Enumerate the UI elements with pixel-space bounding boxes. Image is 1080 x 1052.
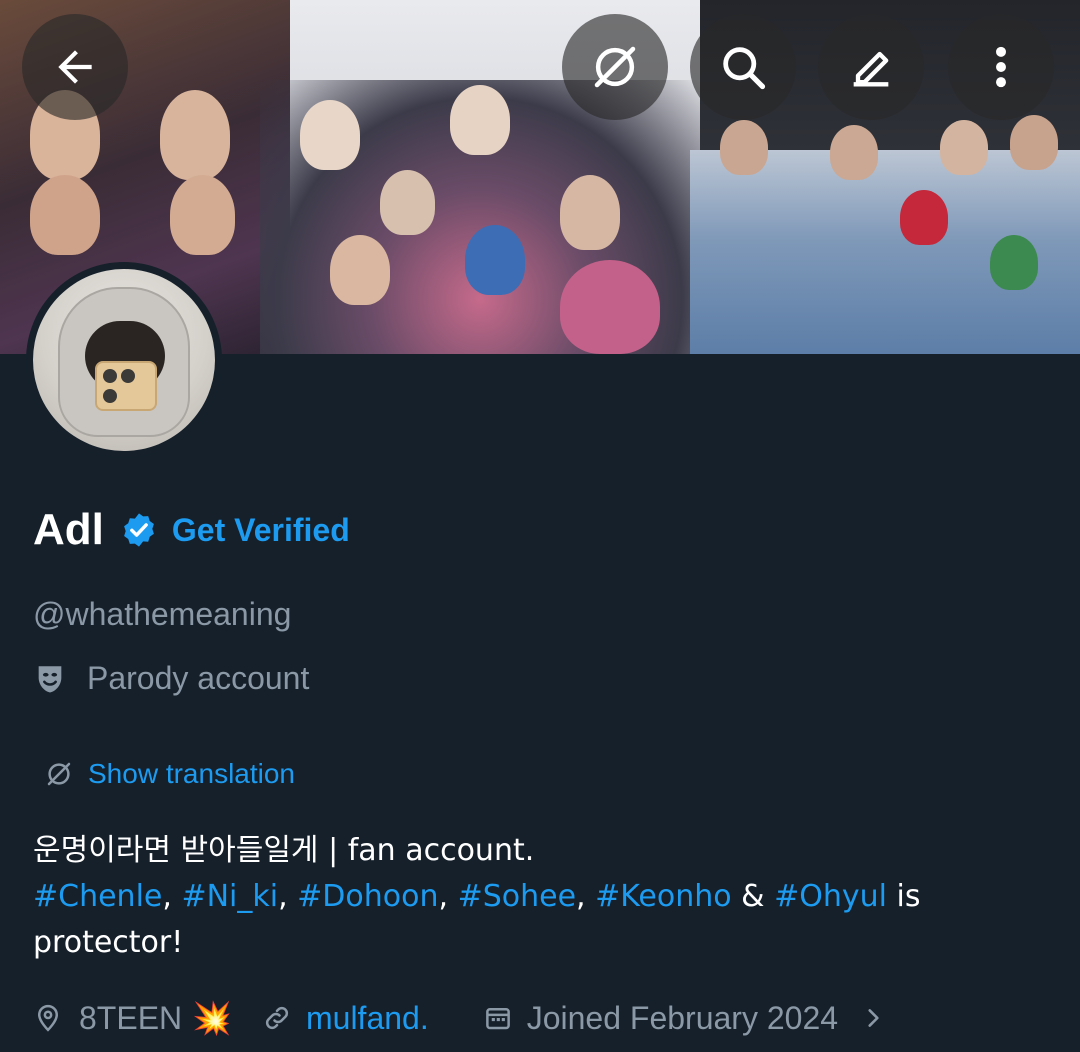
- arrow-left-icon: [58, 50, 92, 84]
- bio-separator: ,: [162, 879, 182, 914]
- bio-separator: ,: [438, 879, 458, 914]
- avatar-phone: [95, 361, 157, 411]
- more-vertical-icon: [996, 46, 1006, 88]
- show-translation-label[interactable]: Show translation: [88, 758, 295, 790]
- chevron-right-icon[interactable]: [860, 1003, 886, 1033]
- banner-person: [300, 100, 360, 170]
- location-pin-icon: [37, 1004, 59, 1032]
- location-item: 8TEEN 💥: [33, 999, 232, 1037]
- banner-person: [560, 175, 620, 250]
- translate-globe-icon: [594, 46, 636, 88]
- profile-bio: 운명이라면 받아들일게 | fan account. #Chenle, #Ni_…: [33, 828, 1053, 966]
- banner-person: [940, 120, 988, 175]
- search-icon: [723, 47, 766, 90]
- user-handle: @whathemeaning: [33, 596, 292, 632]
- banner-person: [160, 90, 230, 180]
- bio-line: 운명이라면 받아들일게 | fan account.: [33, 833, 535, 868]
- joined-text: Joined February 2024: [526, 999, 839, 1036]
- profile-meta-row: 8TEEN 💥 mulfand. Joined February 2024: [33, 994, 886, 1042]
- banner-person: [30, 175, 100, 255]
- banner-person: [900, 190, 948, 245]
- hashtag-link[interactable]: #Ohyul: [774, 879, 887, 914]
- theater-mask-icon: [38, 665, 62, 692]
- joined-item: Joined February 2024: [483, 1000, 838, 1037]
- avatar-photo: [33, 269, 215, 451]
- calendar-icon: [485, 1008, 510, 1030]
- parody-label-row: Parody account: [33, 660, 309, 697]
- search-button[interactable]: [690, 14, 796, 120]
- bio-separator: ,: [576, 879, 596, 914]
- name-row: Adl Get Verified: [33, 500, 350, 560]
- banner-person: [380, 170, 435, 235]
- hashtag-link[interactable]: #Sohee: [458, 879, 576, 914]
- verified-badge-icon[interactable]: [120, 511, 158, 549]
- bio-separator: ,: [278, 879, 298, 914]
- get-verified-link[interactable]: Get Verified: [172, 512, 350, 549]
- banner-person: [1010, 115, 1058, 170]
- website-item[interactable]: mulfand.: [262, 1000, 429, 1037]
- hashtag-link[interactable]: #Ni_ki: [181, 879, 278, 914]
- profile-avatar[interactable]: [26, 262, 222, 458]
- link-icon: [265, 1006, 289, 1030]
- bio-hashtags: #Chenle, #Ni_ki, #Dohoon, #Sohee, #Keonh…: [33, 874, 1053, 966]
- banner-person: [330, 235, 390, 305]
- banner-person: [560, 260, 660, 354]
- banner-person: [450, 85, 510, 155]
- banner-person: [465, 225, 525, 295]
- bio-ampersand: &: [731, 879, 775, 914]
- edit-button[interactable]: [818, 14, 924, 120]
- more-button[interactable]: [948, 14, 1054, 120]
- hashtag-link[interactable]: #Chenle: [33, 879, 162, 914]
- location-text: 8TEEN: [79, 999, 183, 1036]
- banner-person: [170, 175, 235, 255]
- hashtag-link[interactable]: #Keonho: [595, 879, 732, 914]
- translate-button[interactable]: [562, 14, 668, 120]
- back-button[interactable]: [22, 14, 128, 120]
- banner-person: [830, 125, 878, 180]
- show-translation-link[interactable]: Show translation: [44, 758, 295, 790]
- collision-emoji: 💥: [192, 1000, 232, 1036]
- pencil-icon: [853, 51, 889, 87]
- hashtag-link[interactable]: #Dohoon: [297, 879, 438, 914]
- website-link[interactable]: mulfand.: [306, 1000, 429, 1037]
- banner-person: [990, 235, 1038, 290]
- display-name: Adl: [33, 505, 104, 554]
- parody-label: Parody account: [87, 660, 310, 696]
- translate-globe-icon: [47, 762, 71, 786]
- banner-person: [720, 120, 768, 175]
